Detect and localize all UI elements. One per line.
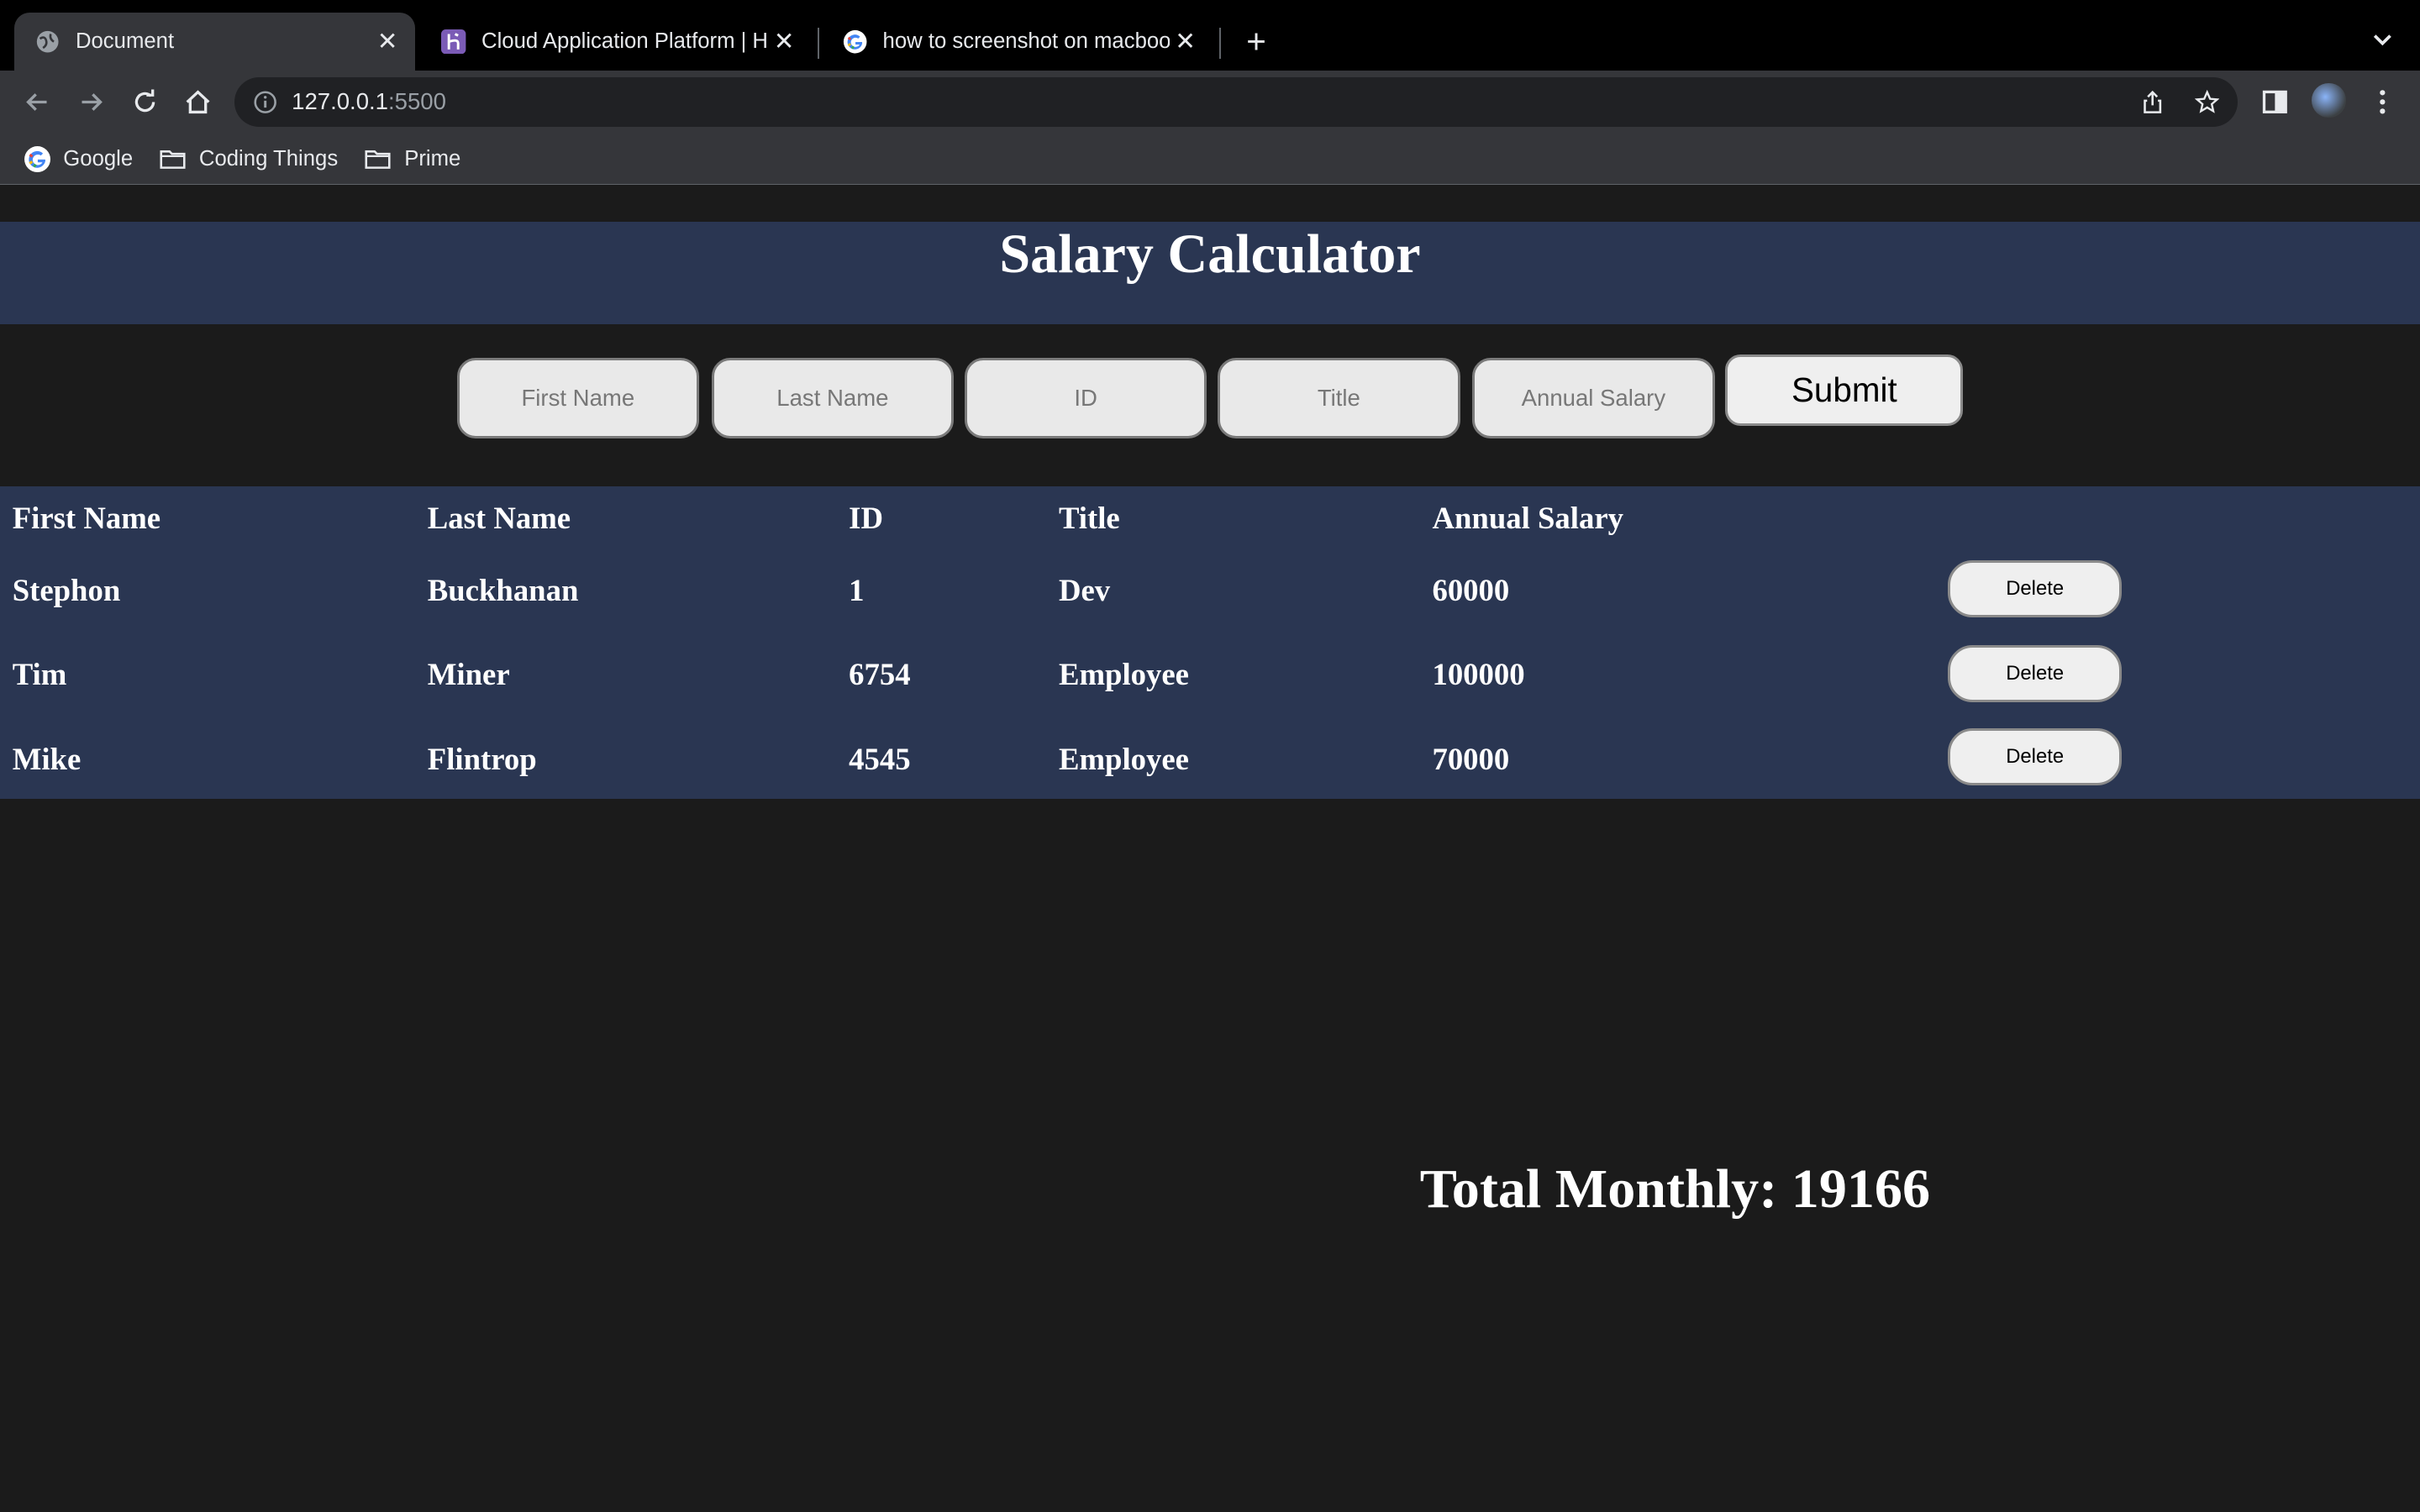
cell-id: 6754 [849, 656, 911, 691]
cell-last-name: Miner [427, 656, 510, 691]
cell-id: 1 [849, 573, 865, 608]
share-icon[interactable] [2140, 90, 2165, 114]
url-text: 127.0.0.1:5500 [292, 88, 446, 115]
tab-title: how to screenshot on macbook [882, 29, 1171, 54]
cell-annual-salary: 70000 [1432, 741, 1510, 776]
annual-salary-input[interactable]: Annual Salary [1472, 358, 1715, 438]
folder-icon [159, 145, 187, 173]
employee-form: First Name Last Name ID Title Annual Sal… [0, 354, 2420, 447]
forward-arrow-icon[interactable] [70, 81, 113, 123]
id-input[interactable]: ID [964, 358, 1207, 438]
column-header-title: Title [1058, 501, 1120, 536]
tab-title: Document [75, 29, 175, 54]
delete-button[interactable]: Delete [1947, 727, 2123, 785]
close-icon[interactable]: ✕ [1170, 27, 1201, 56]
cell-first-name: Tim [12, 656, 67, 691]
title-input[interactable]: Title [1218, 358, 1460, 438]
employee-table: First Name Last Name ID Title Annual Sal… [0, 486, 2420, 800]
google-icon [24, 145, 51, 173]
tab-heroku[interactable]: Cloud Application Platform | He ✕ [420, 13, 813, 71]
bookmark-google[interactable]: Google [24, 145, 134, 173]
cell-id: 4545 [849, 741, 911, 776]
cell-last-name: Buckhanan [427, 573, 579, 608]
reload-icon[interactable] [124, 81, 166, 123]
cell-title: Employee [1058, 741, 1189, 776]
first-name-input[interactable]: First Name [456, 358, 700, 438]
info-icon[interactable] [253, 90, 277, 114]
bookmark-label: Google [63, 146, 134, 171]
bookmark-folder-coding-things[interactable]: Coding Things [159, 145, 338, 173]
side-panel-icon[interactable] [2260, 87, 2291, 118]
browser-tab-strip: Document ✕ Cloud Application Platform | … [0, 0, 2420, 71]
cell-first-name: Stephon [12, 573, 121, 608]
page-title: Salary Calculator [999, 223, 1421, 286]
google-icon [843, 29, 867, 54]
last-name-input[interactable]: Last Name [711, 358, 955, 438]
bookmark-label: Prime [404, 146, 461, 171]
delete-button[interactable]: Delete [1947, 644, 2123, 702]
heroku-icon [441, 29, 466, 55]
tab-title: Cloud Application Platform | He [481, 29, 769, 54]
address-bar[interactable]: 127.0.0.1:5500 [234, 76, 2238, 127]
browser-toolbar: 127.0.0.1:5500 [0, 71, 2420, 133]
bookmark-label: Coding Things [198, 146, 339, 171]
new-tab-plus-icon[interactable]: + [1238, 20, 1275, 63]
cell-first-name: Mike [12, 741, 82, 776]
cell-title: Dev [1058, 573, 1111, 608]
profile-avatar[interactable] [2312, 83, 2346, 118]
cell-annual-salary: 100000 [1432, 656, 1525, 691]
cell-last-name: Flintrop [427, 741, 537, 776]
chevron-down-icon[interactable] [2367, 22, 2398, 59]
cell-annual-salary: 60000 [1432, 573, 1510, 608]
column-header-last-name: Last Name [427, 501, 571, 536]
delete-button[interactable]: Delete [1947, 559, 2123, 617]
folder-icon [364, 145, 392, 173]
column-header-id: ID [849, 501, 883, 536]
bookmark-star-icon[interactable] [2194, 89, 2220, 114]
bookmark-folder-prime[interactable]: Prime [364, 145, 460, 173]
tab-separator [818, 28, 820, 59]
column-header-annual-salary: Annual Salary [1432, 501, 1623, 536]
tab-google-search[interactable]: how to screenshot on macbook ✕ [821, 13, 1213, 71]
close-icon[interactable]: ✕ [372, 27, 403, 56]
url-host: 127.0.0.1 [292, 87, 389, 114]
cell-title: Employee [1058, 656, 1189, 691]
column-header-first-name: First Name [12, 501, 161, 536]
url-port: :5500 [388, 87, 446, 114]
tab-separator [1218, 28, 1221, 59]
close-icon[interactable]: ✕ [769, 27, 800, 56]
total-monthly: Total Monthly: 19166 [1419, 1158, 1931, 1220]
kebab-menu-icon[interactable] [2367, 87, 2398, 118]
bookmarks-bar: Google Coding Things Prime [0, 132, 2420, 186]
submit-button[interactable]: Submit [1725, 354, 1964, 426]
tab-document[interactable]: Document ✕ [13, 12, 416, 71]
header-band: Salary Calculator [0, 222, 2420, 324]
home-icon[interactable] [176, 81, 218, 123]
globe-icon [35, 29, 60, 54]
back-arrow-icon[interactable] [15, 81, 58, 123]
